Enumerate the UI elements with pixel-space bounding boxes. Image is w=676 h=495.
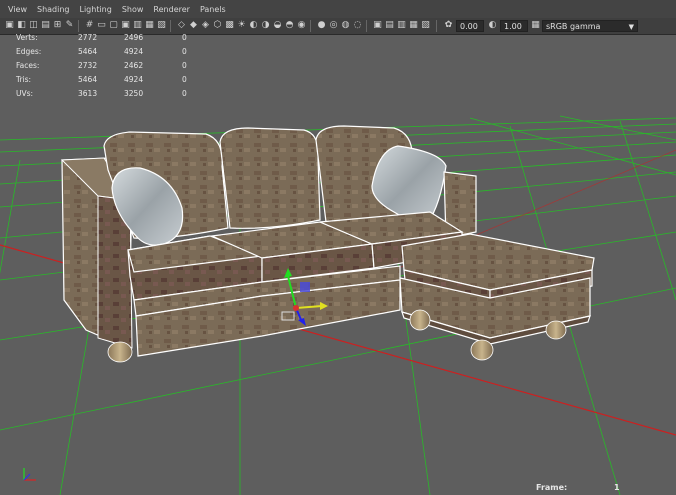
anti-aliasing-icon[interactable]: ◓	[284, 20, 295, 31]
hud-label: Tris:	[16, 75, 32, 84]
backface-culling-icon[interactable]: ▣	[372, 20, 383, 31]
toolbar-divider	[436, 20, 437, 32]
gamma-icon[interactable]: ◐	[487, 20, 498, 31]
menu-shading[interactable]: Shading	[37, 5, 70, 14]
color-management-icon[interactable]: ▦	[530, 20, 541, 31]
wireframe-icon[interactable]: ◇	[176, 20, 187, 31]
film-gate-icon[interactable]: ▭	[96, 20, 107, 31]
hud-label: Faces:	[16, 61, 40, 70]
menu-renderer[interactable]: Renderer	[153, 5, 190, 14]
gate-mask-icon[interactable]: ▣	[120, 20, 131, 31]
subdiv-icon[interactable]: ▥	[396, 20, 407, 31]
hud-value: 0	[182, 61, 187, 70]
camera-attributes-icon[interactable]: ◧	[16, 20, 27, 31]
hud-label: UVs:	[16, 89, 34, 98]
frame-label: Frame:	[536, 483, 568, 492]
hud-label: Verts:	[16, 33, 38, 42]
toolbar-divider	[170, 20, 171, 32]
hud-value: 5464	[78, 75, 98, 84]
viewport-menubar: View Shading Lighting Show Renderer Pane…	[0, 0, 676, 18]
hud-value: 2462	[124, 61, 144, 70]
chevron-down-icon: ▼	[628, 23, 634, 31]
toolbar-divider	[366, 20, 367, 32]
xray-joints-icon[interactable]: ◌	[352, 20, 363, 31]
hud-value: 4924	[124, 47, 144, 56]
hud-label: Edges:	[16, 47, 42, 56]
hud-value: 4924	[124, 75, 144, 84]
image-plane-icon[interactable]: ▤	[40, 20, 51, 31]
grease-pencil-icon[interactable]: ✎	[64, 20, 75, 31]
camera-lock-icon[interactable]: ▧	[420, 20, 431, 31]
hud-value: 5464	[78, 47, 98, 56]
menu-show[interactable]: Show	[122, 5, 144, 14]
view-axis-icon	[23, 468, 36, 481]
field-chart-icon[interactable]: ▥	[132, 20, 143, 31]
viewport-scene	[0, 35, 676, 495]
menu-lighting[interactable]: Lighting	[79, 5, 111, 14]
use-all-lights-icon[interactable]: ☀	[236, 20, 247, 31]
hud-value: 3250	[124, 89, 144, 98]
menu-view[interactable]: View	[8, 5, 27, 14]
resolution-gate-icon[interactable]: ▢	[108, 20, 119, 31]
color-space-value: sRGB gamma	[546, 22, 601, 31]
hud-value: 2772	[78, 33, 98, 42]
hud-value: 0	[182, 33, 187, 42]
xray-active-components-icon[interactable]: ◍	[340, 20, 351, 31]
safe-action-icon[interactable]: ▦	[144, 20, 155, 31]
frame-value: 1	[614, 483, 620, 492]
bookmark-icon[interactable]: ◫	[28, 20, 39, 31]
depth-of-field-icon[interactable]: ◉	[296, 20, 307, 31]
default-material-icon[interactable]: ◈	[200, 20, 211, 31]
toolbar-divider	[310, 20, 311, 32]
smooth-shade-icon[interactable]: ◆	[188, 20, 199, 31]
hud-value: 0	[182, 89, 187, 98]
color-space-select[interactable]: sRGB gamma ▼	[542, 20, 638, 32]
exposure-icon[interactable]: ✿	[443, 20, 454, 31]
menu-panels[interactable]: Panels	[200, 5, 226, 14]
toolbar-divider	[78, 20, 79, 32]
2d-pan-zoom-icon[interactable]: ⊞	[52, 20, 63, 31]
hud-value: 3613	[78, 89, 98, 98]
safe-title-icon[interactable]: ▧	[156, 20, 167, 31]
hud-value: 0	[182, 75, 187, 84]
motion-blur-icon[interactable]: ◒	[272, 20, 283, 31]
screen-space-ao-icon[interactable]: ◑	[260, 20, 271, 31]
isolate-select-icon[interactable]: ●	[316, 20, 327, 31]
hud-icon[interactable]: ▦	[408, 20, 419, 31]
smooth-wireframe-icon[interactable]: ▤	[384, 20, 395, 31]
textured-icon[interactable]: ▩	[224, 20, 235, 31]
hud-value: 0	[182, 47, 187, 56]
wireframe-on-shaded-icon[interactable]: ⬡	[212, 20, 223, 31]
exposure-field[interactable]: 0.00	[456, 20, 484, 32]
frame-readout: Frame: 1	[536, 483, 620, 492]
shadows-icon[interactable]: ◐	[248, 20, 259, 31]
grid-icon[interactable]: #	[84, 20, 95, 31]
xray-icon[interactable]: ◎	[328, 20, 339, 31]
3d-viewport[interactable]	[0, 35, 676, 495]
hud-value: 2732	[78, 61, 98, 70]
gamma-field[interactable]: 1.00	[500, 20, 528, 32]
hud-value: 2496	[124, 33, 144, 42]
select-camera-icon[interactable]: ▣	[4, 20, 15, 31]
